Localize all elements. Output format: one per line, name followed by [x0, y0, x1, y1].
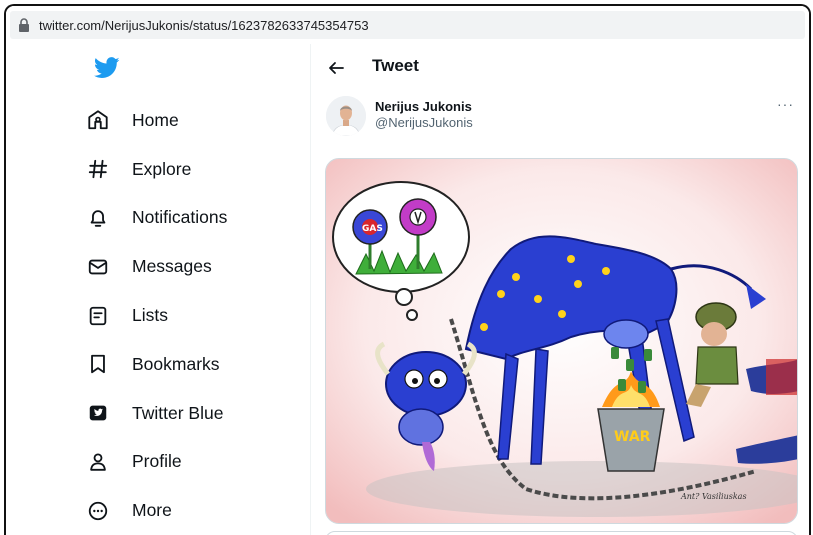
avatar[interactable]	[326, 96, 366, 136]
more-circle-icon	[86, 499, 110, 523]
nav-item-home[interactable]: Home	[82, 96, 227, 145]
main-column: Tweet Nerijus Jukonis @NerijusJukonis ··…	[311, 44, 809, 535]
nav-label-explore: Explore	[132, 158, 192, 179]
browser-toolbar: twitter.com/NerijusJukonis/status/162378…	[6, 6, 809, 43]
arrow-left-icon[interactable]	[326, 58, 346, 78]
nav-label-home: Home	[132, 109, 179, 130]
twitter-bird-icon[interactable]	[94, 57, 120, 79]
tweet-media[interactable]: GAS WAR Ant? Vasiliuskas	[325, 158, 798, 524]
nav-label-messages: Messages	[132, 256, 212, 277]
nav-item-messages[interactable]: Messages	[82, 242, 227, 291]
tweet-author: Nerijus Jukonis @NerijusJukonis ···	[326, 96, 796, 140]
bookmark-icon	[86, 352, 110, 376]
person-icon	[86, 450, 110, 474]
twitter-blue-icon	[86, 401, 110, 425]
hashtag-icon	[86, 157, 110, 181]
nav-item-lists[interactable]: Lists	[82, 291, 227, 340]
browser-frame: twitter.com/NerijusJukonis/status/162378…	[4, 4, 811, 535]
bell-icon	[86, 206, 110, 230]
artist-signature: Ant? Vasiliuskas	[680, 492, 747, 501]
next-card	[325, 531, 798, 535]
sidebar: Home Explore Notifications Messages List…	[6, 44, 310, 535]
nav-item-bookmarks[interactable]: Bookmarks	[82, 340, 227, 389]
nav-label-lists: Lists	[132, 305, 168, 326]
more-horizontal-icon[interactable]: ···	[777, 96, 794, 112]
tweet-header: Tweet	[311, 44, 809, 90]
page-title: Tweet	[372, 56, 419, 75]
bucket-text: WAR	[614, 429, 651, 445]
address-bar[interactable]: twitter.com/NerijusJukonis/status/162378…	[10, 11, 805, 39]
nav-label-bookmarks: Bookmarks	[132, 353, 220, 374]
cartoon-image: GAS WAR Ant? Vasiliuskas	[326, 159, 797, 523]
envelope-icon	[86, 255, 110, 279]
nav-item-notifications[interactable]: Notifications	[82, 194, 227, 243]
nav-item-profile[interactable]: Profile	[82, 438, 227, 487]
primary-nav: Home Explore Notifications Messages List…	[82, 96, 227, 535]
nav-item-more[interactable]: More	[82, 486, 227, 535]
author-handle[interactable]: @NerijusJukonis	[375, 115, 473, 130]
nav-label-twitter-blue: Twitter Blue	[132, 402, 224, 423]
bubble-text: GAS	[362, 224, 383, 234]
author-name[interactable]: Nerijus Jukonis	[375, 99, 472, 114]
nav-label-notifications: Notifications	[132, 207, 228, 228]
nav-label-profile: Profile	[132, 451, 182, 472]
nav-label-more: More	[132, 500, 172, 521]
lock-icon	[19, 18, 29, 32]
home-icon	[86, 108, 110, 132]
url-text: twitter.com/NerijusJukonis/status/162378…	[39, 17, 369, 33]
list-icon	[86, 304, 110, 328]
nav-item-twitter-blue[interactable]: Twitter Blue	[82, 389, 227, 438]
nav-item-explore[interactable]: Explore	[82, 145, 227, 194]
